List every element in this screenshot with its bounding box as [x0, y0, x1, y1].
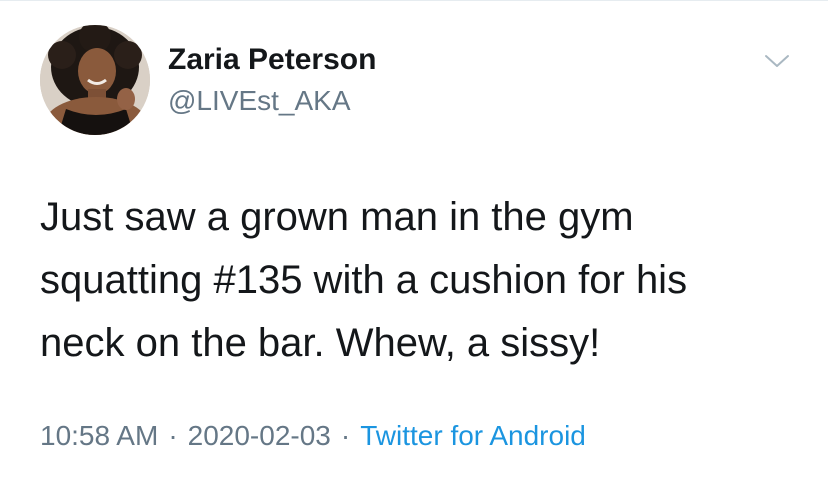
tweet-date[interactable]: 2020-02-03 — [188, 420, 331, 451]
tweet-source-link[interactable]: Twitter for Android — [360, 420, 586, 451]
tweet-text-line: neck on the bar. Whew, a sissy! — [40, 321, 601, 365]
user-info: Zaria Peterson @LIVEst_AKA — [168, 42, 376, 118]
user-handle[interactable]: @LIVEst_AKA — [168, 84, 376, 118]
display-name[interactable]: Zaria Peterson — [168, 42, 376, 78]
tweet-text: Just saw a grown man in the gym squattin… — [40, 186, 800, 375]
tweet-text-line: Just saw a grown man in the gym — [40, 195, 634, 239]
avatar-photo — [40, 25, 150, 135]
meta-separator: · — [168, 420, 178, 451]
tweet-text-line: squatting #135 with a cushion for his — [40, 258, 688, 302]
tweet-card: Zaria Peterson @LIVEst_AKA Just saw a gr… — [0, 0, 828, 483]
meta-separator: · — [340, 420, 351, 451]
chevron-down-icon — [765, 55, 789, 67]
tweet-time[interactable]: 10:58 AM — [40, 420, 158, 451]
tweet-meta: 10:58 AM · 2020-02-03 · Twitter for Android — [40, 416, 586, 456]
tweet-menu-button[interactable] — [762, 50, 792, 72]
avatar[interactable] — [40, 25, 150, 135]
